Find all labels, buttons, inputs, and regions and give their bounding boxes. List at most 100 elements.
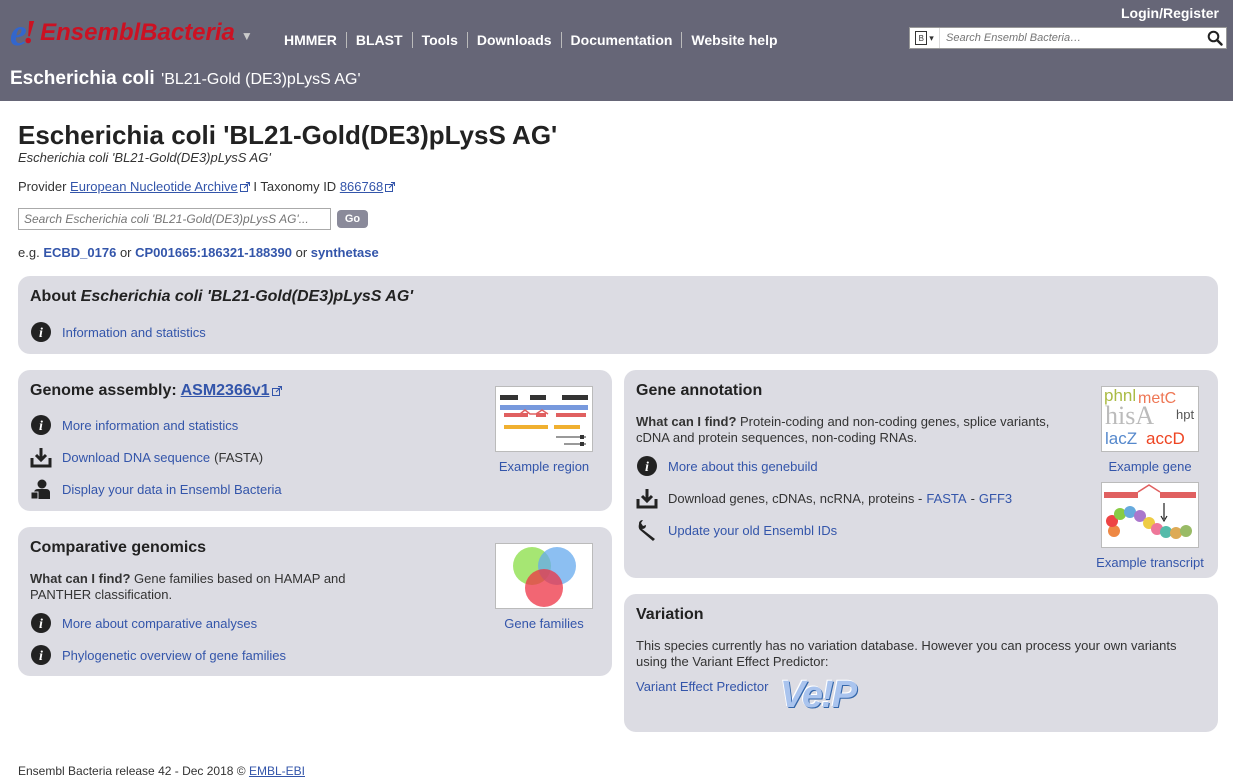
embl-ebi-link[interactable]: EMBL-EBI [249, 764, 305, 778]
download-dna-link[interactable]: Download DNA sequence [62, 450, 210, 465]
logo-name: EnsemblBacteria [40, 19, 235, 46]
search-examples: e.g. ECBD_0176 or CP001665:186321-188390… [18, 245, 379, 260]
comparative-more-row: i More about comparative analyses [30, 612, 257, 634]
link-separator: - [970, 490, 975, 506]
gene-word: lacZ [1105, 429, 1138, 448]
example-link-term[interactable]: synthetase [311, 245, 379, 260]
nav-hmmer[interactable]: HMMER [284, 32, 347, 48]
download-icon [30, 448, 52, 468]
info-icon: i [31, 613, 51, 633]
vep-link[interactable]: Variant Effect Predictor [636, 679, 768, 694]
provider-line: Provider European Nucleotide Archive I T… [18, 179, 396, 194]
example-link-gene[interactable]: ECBD_0176 [43, 245, 116, 260]
provider-link[interactable]: European Nucleotide Archive [70, 179, 238, 194]
species-name: Escherichia coli [10, 68, 155, 89]
update-ids-link[interactable]: Update your old Ensembl IDs [668, 523, 837, 538]
example-transcript-link[interactable]: Example transcript [1086, 555, 1214, 570]
information-statistics-link[interactable]: Information and statistics [62, 325, 206, 340]
svg-text:i: i [645, 460, 649, 475]
example-region-thumbnail[interactable] [495, 386, 593, 452]
search-icon[interactable] [1207, 30, 1223, 46]
taxonomy-label: I Taxonomy ID [253, 179, 337, 194]
variation-description: This species currently has no variation … [636, 638, 1177, 669]
info-icon: i [31, 645, 51, 665]
download-format: (FASTA) [214, 449, 264, 465]
variation-panel: Variation This species currently has no … [624, 594, 1218, 732]
examples-prefix: e.g. [18, 245, 40, 260]
nav-website-help[interactable]: Website help [682, 32, 786, 48]
assembly-link[interactable]: ASM2366v1 [181, 382, 270, 399]
nav-documentation[interactable]: Documentation [562, 32, 683, 48]
vep-logo[interactable]: Ve!P [780, 676, 857, 714]
gene-annotation-heading: Gene annotation [636, 382, 763, 399]
nav-tools[interactable]: Tools [413, 32, 468, 48]
chevron-down-icon[interactable]: ▼ [241, 29, 253, 43]
genebuild-link[interactable]: More about this genebuild [668, 459, 818, 474]
gene-families-thumbnail[interactable] [495, 543, 593, 609]
user-data-icon [30, 479, 50, 500]
more-information-link[interactable]: More information and statistics [62, 418, 238, 433]
fasta-link[interactable]: FASTA [926, 491, 966, 506]
examples-or: or [119, 245, 132, 260]
logo-e: e [10, 12, 27, 54]
login-register-link[interactable]: Login/Register [1121, 5, 1219, 21]
svg-text:i: i [39, 326, 43, 341]
svg-text:i: i [39, 617, 43, 632]
about-panel: About Escherichia coli 'BL21-Gold(DE3)pL… [18, 276, 1218, 354]
display-data-link[interactable]: Display your data in Ensembl Bacteria [62, 482, 282, 497]
provider-label: Provider [18, 179, 67, 194]
footer: Ensembl Bacteria release 42 - Dec 2018 ©… [18, 764, 305, 778]
comparative-description: What can I find? Gene families based on … [30, 571, 346, 602]
footer-text: Ensembl Bacteria release 42 - Dec 2018 © [18, 764, 246, 778]
species-search-input[interactable] [18, 208, 331, 230]
gene-word: hpt [1176, 407, 1195, 422]
info-icon: i [637, 456, 657, 476]
example-link-region[interactable]: CP001665:186321-188390 [135, 245, 292, 260]
genebuild-row: i More about this genebuild [636, 455, 818, 477]
external-link-icon [239, 182, 250, 192]
nav-blast[interactable]: BLAST [347, 32, 413, 48]
chevron-down-icon: ▾ [929, 32, 934, 43]
comparative-heading: Comparative genomics [30, 539, 207, 556]
genome-assembly-panel: Genome assembly: ASM2366v1 i More inform… [18, 370, 612, 511]
gene-annotation-panel: Gene annotation What can I find? Protein… [624, 370, 1218, 578]
page-subtitle: Escherichia coli 'BL21-Gold(DE3)pLysS AG… [18, 150, 271, 165]
gene-families-link[interactable]: Gene families [488, 616, 600, 631]
nav-downloads[interactable]: Downloads [468, 32, 562, 48]
example-transcript-thumbnail[interactable] [1101, 482, 1199, 548]
masthead: e ! EnsemblBacteria ▼ HMMER BLAST Tools … [0, 0, 1233, 101]
ensembl-bacteria-logo[interactable]: e ! EnsemblBacteria ▼ [10, 14, 253, 52]
species-dropdown[interactable]: B ▾ [910, 28, 940, 48]
site-search: B ▾ [909, 27, 1227, 49]
download-genes-row: Download genes, cDNAs, ncRNA, proteins -… [636, 487, 1012, 509]
example-gene-thumbnail[interactable]: phnl metC hisA hpt lacZ accD [1101, 386, 1199, 452]
info-icon: i [31, 322, 51, 342]
comparative-genomics-panel: Comparative genomics What can I find? Ge… [18, 527, 612, 676]
genome-more-info-row: i More information and statistics [30, 414, 238, 436]
svg-text:i: i [39, 649, 43, 664]
variation-heading: Variation [636, 606, 704, 623]
external-link-icon [385, 182, 396, 192]
download-dna-row: Download DNA sequence (FASTA) [30, 446, 263, 468]
gff3-link[interactable]: GFF3 [979, 491, 1012, 506]
example-gene-link[interactable]: Example gene [1094, 459, 1206, 474]
species-bar: Escherichia coli 'BL21-Gold (DE3)pLysS A… [10, 68, 361, 90]
top-nav: HMMER BLAST Tools Downloads Documentatio… [284, 32, 787, 48]
phylogenetic-overview-link[interactable]: Phylogenetic overview of gene families [62, 648, 286, 663]
example-region-link[interactable]: Example region [488, 459, 600, 474]
examples-or: or [295, 245, 308, 260]
taxonomy-id-link[interactable]: 866768 [340, 179, 383, 194]
go-button[interactable]: Go [337, 210, 368, 228]
venn-diagram-icon [513, 547, 576, 607]
wrench-icon [638, 520, 655, 541]
phylogenetic-row: i Phylogenetic overview of gene families [30, 644, 286, 666]
about-heading: About Escherichia coli 'BL21-Gold(DE3)pL… [30, 288, 414, 305]
annotation-description: What can I find? Protein-coding and non-… [636, 414, 1050, 445]
transcript-diagram-icon [1104, 484, 1196, 539]
site-search-input[interactable] [940, 32, 1200, 44]
region-diagram-icon [500, 395, 588, 446]
update-ids-row: Update your old Ensembl IDs [636, 519, 837, 541]
display-data-row: Display your data in Ensembl Bacteria [30, 478, 282, 500]
comparative-analyses-link[interactable]: More about comparative analyses [62, 616, 257, 631]
info-icon: i [31, 415, 51, 435]
